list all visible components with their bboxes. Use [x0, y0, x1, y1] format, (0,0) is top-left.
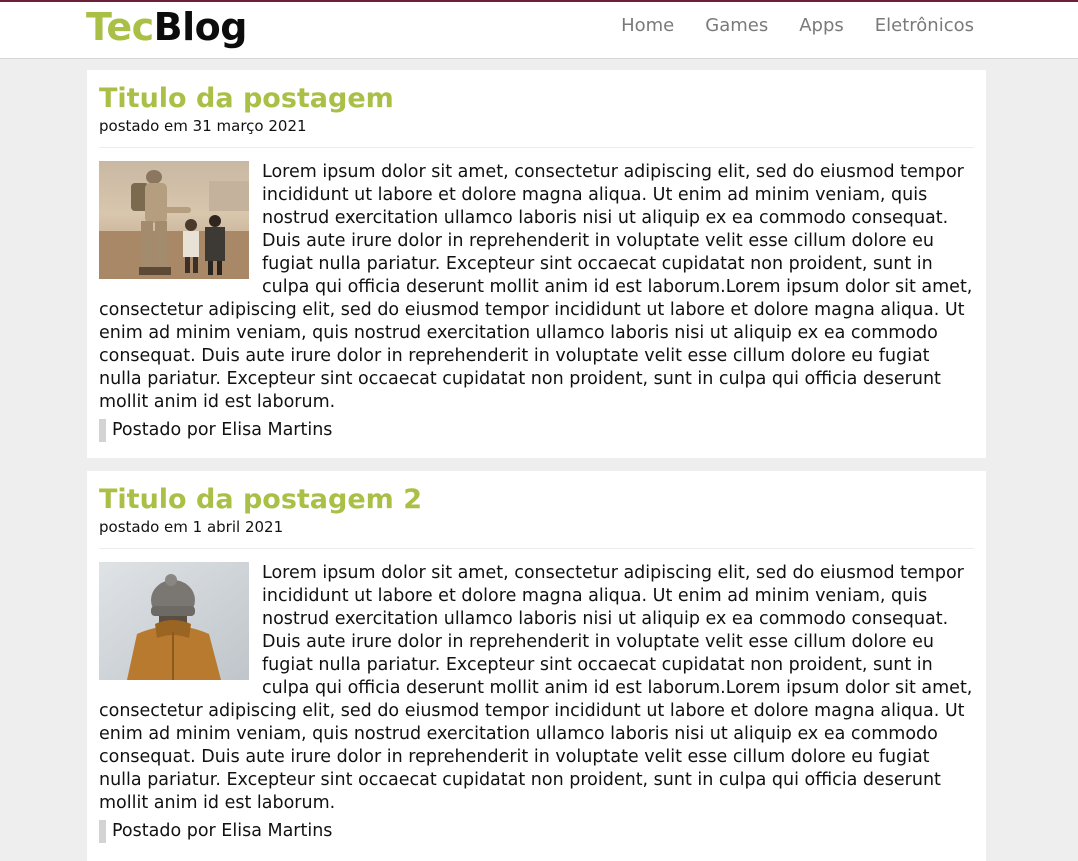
logo-part-tec: Tec [86, 5, 154, 49]
post-date: postado em 1 abril 2021 [99, 518, 284, 536]
post-body: Lorem ipsum dolor sit amet, consectetur … [99, 161, 974, 414]
nav-link-home[interactable]: Home [621, 14, 674, 38]
post-date: postado em 31 março 2021 [99, 117, 307, 135]
nav-link-apps[interactable]: Apps [799, 14, 844, 38]
logo-part-blog: Blog [153, 5, 248, 49]
main-nav: Home Games Apps Eletrônicos [621, 14, 974, 38]
post-title[interactable]: Titulo da postagem 2 [99, 484, 974, 516]
post-thumbnail-image [99, 562, 249, 680]
post-thumbnail-image [99, 161, 249, 279]
post-body: Lorem ipsum dolor sit amet, consectetur … [99, 562, 974, 815]
blog-post: Titulo da postagem 2 postado em 1 abril … [87, 471, 986, 861]
post-divider [99, 147, 974, 148]
post-title[interactable]: Titulo da postagem [99, 83, 974, 115]
post-author: Postado por Elisa Martins [99, 419, 974, 442]
site-logo[interactable]: TecBlog [86, 4, 247, 50]
nav-link-eletronicos[interactable]: Eletrônicos [875, 14, 974, 38]
post-author: Postado por Elisa Martins [99, 820, 974, 843]
nav-link-games[interactable]: Games [705, 14, 768, 38]
blog-post: Titulo da postagem postado em 31 março 2… [87, 70, 986, 458]
post-divider [99, 548, 974, 549]
top-navbar: TecBlog Home Games Apps Eletrônicos [0, 0, 1078, 59]
